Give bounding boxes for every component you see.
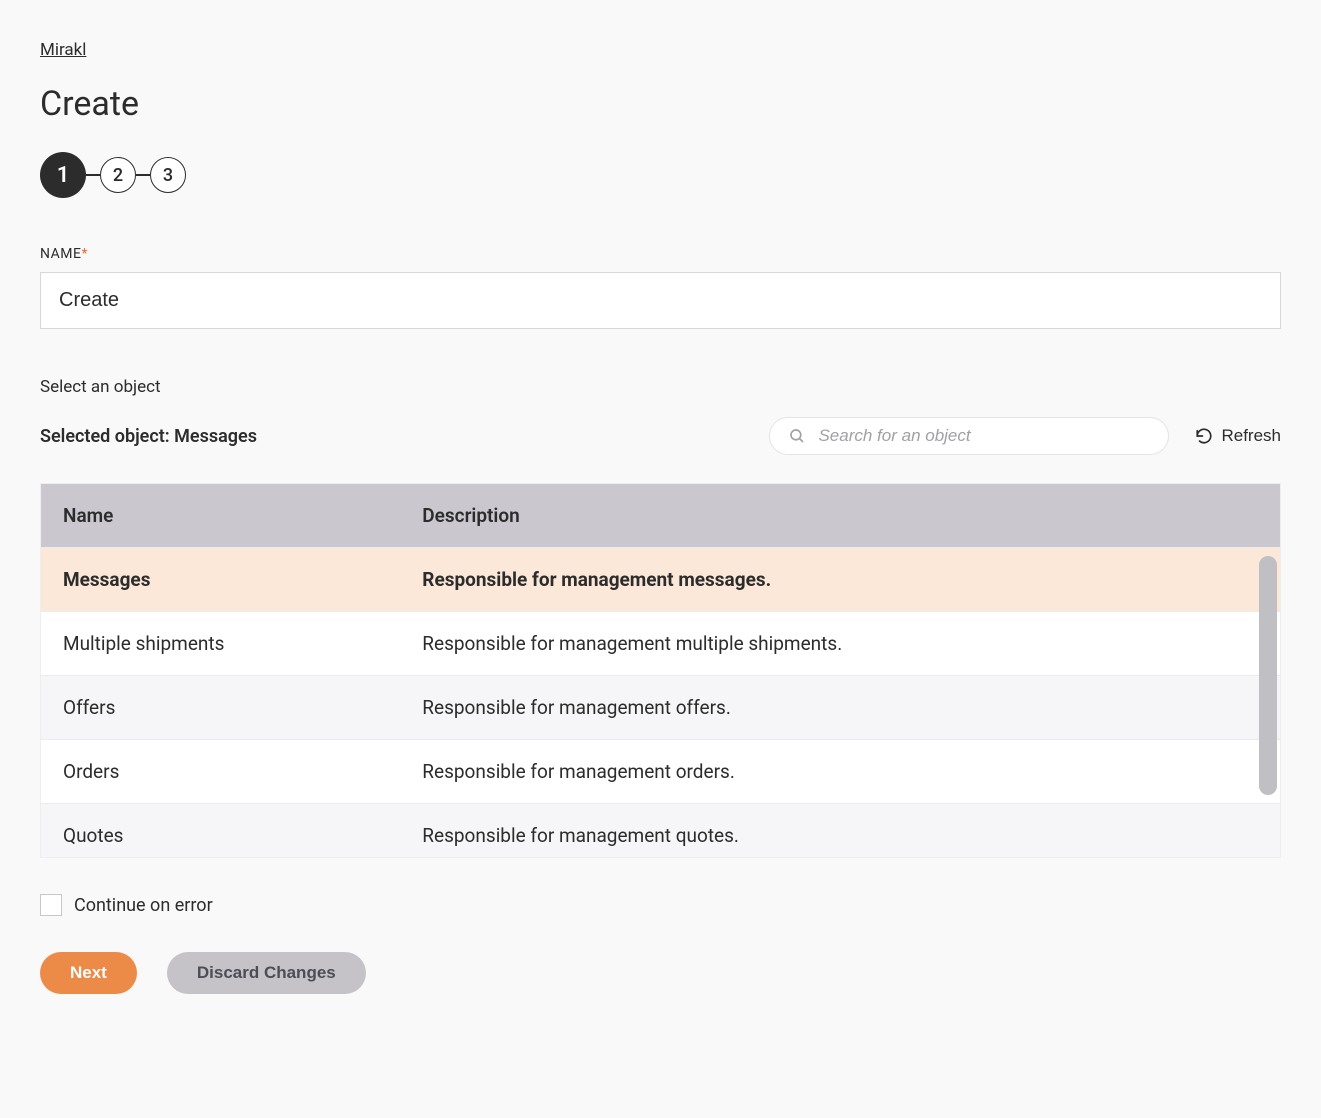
cell-description: Responsible for management quotes. bbox=[400, 804, 1280, 858]
name-input[interactable] bbox=[40, 272, 1281, 329]
search-input[interactable] bbox=[818, 426, 1150, 446]
step-2[interactable]: 2 bbox=[100, 157, 136, 193]
cell-name: Orders bbox=[41, 740, 400, 804]
table-row[interactable]: Messages Responsible for management mess… bbox=[41, 548, 1280, 612]
required-mark: * bbox=[81, 246, 88, 262]
cell-name: Multiple shipments bbox=[41, 612, 400, 676]
continue-on-error-checkbox[interactable] bbox=[40, 894, 62, 916]
table-header-description[interactable]: Description bbox=[400, 484, 1280, 548]
refresh-label: Refresh bbox=[1221, 426, 1281, 446]
next-button[interactable]: Next bbox=[40, 952, 137, 994]
object-table-container: Name Description Messages Responsible fo… bbox=[40, 483, 1281, 858]
table-row[interactable]: Offers Responsible for management offers… bbox=[41, 676, 1280, 740]
continue-on-error-label: Continue on error bbox=[74, 895, 213, 916]
step-connector bbox=[136, 174, 150, 176]
cell-description: Responsible for management orders. bbox=[400, 740, 1280, 804]
table-row[interactable]: Multiple shipments Responsible for manag… bbox=[41, 612, 1280, 676]
table-row[interactable]: Quotes Responsible for management quotes… bbox=[41, 804, 1280, 858]
search-wrap[interactable] bbox=[769, 417, 1169, 455]
stepper: 1 2 3 bbox=[40, 152, 1281, 198]
cell-name: Offers bbox=[41, 676, 400, 740]
page-title: Create bbox=[40, 84, 1281, 124]
cell-description: Responsible for management offers. bbox=[400, 676, 1280, 740]
selected-object-label: Selected object: Messages bbox=[40, 426, 257, 447]
scrollbar-thumb[interactable] bbox=[1259, 556, 1277, 795]
refresh-icon bbox=[1195, 427, 1213, 445]
breadcrumb-mirakl[interactable]: Mirakl bbox=[40, 40, 86, 60]
table-row[interactable]: Orders Responsible for management orders… bbox=[41, 740, 1280, 804]
search-icon bbox=[788, 427, 806, 445]
step-1[interactable]: 1 bbox=[40, 152, 86, 198]
step-connector bbox=[86, 174, 100, 176]
step-3[interactable]: 3 bbox=[150, 157, 186, 193]
select-object-hint: Select an object bbox=[40, 377, 1281, 397]
cell-name: Quotes bbox=[41, 804, 400, 858]
discard-changes-button[interactable]: Discard Changes bbox=[167, 952, 366, 994]
cell-name: Messages bbox=[41, 548, 400, 612]
table-header-name[interactable]: Name bbox=[41, 484, 400, 548]
cell-description: Responsible for management multiple ship… bbox=[400, 612, 1280, 676]
object-table: Name Description Messages Responsible fo… bbox=[41, 484, 1280, 857]
scrollbar-track[interactable] bbox=[1259, 556, 1277, 795]
name-field-label: NAME* bbox=[40, 246, 1281, 262]
cell-description: Responsible for management messages. bbox=[400, 548, 1280, 612]
refresh-button[interactable]: Refresh bbox=[1195, 426, 1281, 446]
